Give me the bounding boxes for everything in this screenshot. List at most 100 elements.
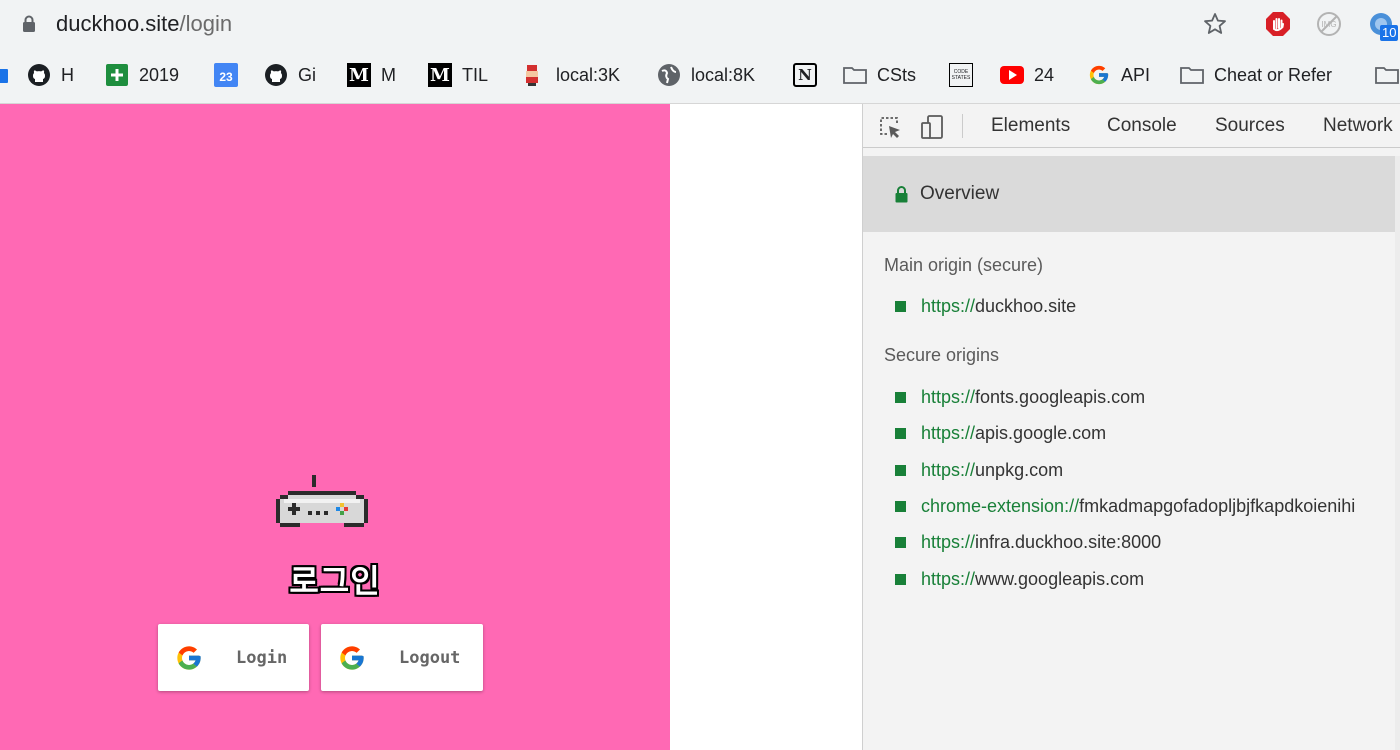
bookmark-item[interactable]: M M bbox=[347, 62, 396, 88]
medium-icon: M bbox=[347, 63, 371, 87]
bookmark-item[interactable]: H bbox=[27, 62, 74, 88]
bookmark-item[interactable]: Cheat or Refer bbox=[1180, 62, 1332, 88]
folder-icon bbox=[843, 63, 867, 87]
logout-button-label: Logout bbox=[399, 648, 461, 668]
secure-origin-row[interactable]: https://infra.duckhoo.site:8000 bbox=[895, 530, 1161, 554]
bookmark-item[interactable] bbox=[1375, 62, 1399, 88]
google-sheets-icon bbox=[105, 63, 129, 87]
toolbar-divider bbox=[962, 114, 963, 138]
secure-origin-row[interactable]: chrome-extension://fmkadmapgofadopljbjfk… bbox=[895, 494, 1355, 518]
origin-host: infra.duckhoo.site:8000 bbox=[975, 531, 1162, 552]
origin-host: www.googleapis.com bbox=[975, 568, 1145, 589]
google-calendar-icon: 23 bbox=[214, 63, 238, 87]
secure-lock-icon bbox=[895, 186, 908, 203]
folder-icon bbox=[1375, 63, 1399, 87]
origin-host: fmkadmapgofadopljbjfkapdkoienihi bbox=[1079, 495, 1356, 516]
globe-icon bbox=[657, 63, 681, 87]
bookmark-label: Gi bbox=[298, 64, 316, 85]
bookmark-label: 2019 bbox=[139, 64, 180, 85]
svg-text:IMG: IMG bbox=[1321, 20, 1336, 29]
codestates-icon: CODE STATES bbox=[949, 63, 973, 87]
tab-network[interactable]: Network bbox=[1323, 115, 1393, 137]
url-path: /login bbox=[179, 11, 233, 36]
origin-host: duckhoo.site bbox=[975, 295, 1077, 316]
github-icon bbox=[264, 63, 288, 87]
bookmark-item[interactable]: local:8K bbox=[657, 62, 755, 88]
bookmarks-bar: H 2019 23 Gi M M M TIL local:3K local:8K bbox=[0, 52, 1400, 96]
github-icon bbox=[27, 63, 51, 87]
address-bar[interactable]: duckhoo.site/login IMG 10 bbox=[0, 0, 1400, 50]
bookmark-folder-partial[interactable] bbox=[0, 62, 10, 88]
secure-origin-row[interactable]: https://www.googleapis.com bbox=[895, 567, 1144, 591]
youtube-icon bbox=[1000, 63, 1024, 87]
bookmark-label: Cheat or Refer bbox=[1214, 64, 1333, 85]
notion-icon: N bbox=[793, 63, 817, 87]
google-g-icon bbox=[340, 646, 364, 670]
folder-icon bbox=[0, 63, 10, 87]
secure-indicator bbox=[895, 536, 906, 548]
origin-host: unpkg.com bbox=[975, 459, 1064, 480]
url-host: duckhoo.site bbox=[56, 11, 180, 36]
origin-scheme: https:// bbox=[921, 568, 976, 589]
login-button[interactable]: Login bbox=[158, 624, 309, 691]
bookmark-item[interactable]: CODE STATES bbox=[949, 62, 973, 88]
main-origin-row[interactable]: https://duckhoo.site bbox=[895, 294, 1076, 318]
google-icon bbox=[1087, 63, 1111, 87]
url-text[interactable]: duckhoo.site/login bbox=[56, 11, 232, 37]
secure-indicator bbox=[895, 427, 906, 439]
secure-indicator bbox=[895, 500, 906, 512]
bookmark-star-icon[interactable] bbox=[1202, 11, 1228, 37]
inspect-element-icon[interactable] bbox=[877, 114, 903, 140]
login-page: 로그인 Login Logout bbox=[0, 104, 670, 750]
tab-elements[interactable]: Elements bbox=[991, 115, 1070, 137]
security-overview-item[interactable]: Overview bbox=[863, 156, 1395, 232]
lock-icon[interactable] bbox=[22, 15, 36, 33]
login-button-label: Login bbox=[236, 648, 288, 668]
browser-chrome: duckhoo.site/login IMG 10 H 2019 23 Gi M… bbox=[0, 0, 1400, 104]
bookmark-item[interactable]: N bbox=[793, 62, 817, 88]
secure-indicator bbox=[895, 391, 906, 403]
gamepad-icon bbox=[276, 475, 368, 527]
bookmark-item[interactable]: Gi bbox=[264, 62, 316, 88]
bookmark-item[interactable]: 23 bbox=[214, 62, 238, 88]
page-blank-area bbox=[670, 104, 862, 750]
adblock-extension-icon[interactable] bbox=[1265, 11, 1291, 37]
devtools-scrollbar[interactable] bbox=[1395, 156, 1400, 750]
bookmark-item[interactable]: 24 bbox=[1000, 62, 1054, 88]
bookmark-label: 24 bbox=[1034, 64, 1055, 85]
origin-scheme: https:// bbox=[921, 459, 976, 480]
google-g-icon bbox=[177, 646, 201, 670]
origin-scheme: https:// bbox=[921, 295, 976, 316]
tab-sources[interactable]: Sources bbox=[1215, 115, 1285, 137]
bookmark-item[interactable]: API bbox=[1087, 62, 1150, 88]
secure-indicator bbox=[895, 300, 906, 312]
image-extension-icon[interactable]: IMG bbox=[1316, 11, 1342, 37]
devtools-panel: Elements Console Sources Network Overvie… bbox=[862, 104, 1400, 750]
origin-host: apis.google.com bbox=[975, 422, 1107, 443]
bookmark-item[interactable]: local:3K bbox=[520, 62, 620, 88]
bookmark-label: M bbox=[381, 64, 396, 85]
origin-scheme: https:// bbox=[921, 386, 976, 407]
bookmark-label: local:8K bbox=[691, 64, 756, 85]
bookmark-item[interactable]: CSts bbox=[843, 62, 916, 88]
secure-indicator bbox=[895, 573, 906, 585]
extension-with-badge[interactable]: 10 bbox=[1368, 11, 1400, 41]
page-title: 로그인 bbox=[289, 562, 381, 600]
origin-scheme: https:// bbox=[921, 531, 976, 552]
logout-button[interactable]: Logout bbox=[321, 624, 483, 691]
secure-origin-row[interactable]: https://unpkg.com bbox=[895, 458, 1063, 482]
origin-scheme: https:// bbox=[921, 422, 976, 443]
tab-console[interactable]: Console bbox=[1107, 115, 1177, 137]
bookmark-item[interactable]: M TIL bbox=[428, 62, 488, 88]
bookmark-item[interactable]: 2019 bbox=[105, 62, 179, 88]
bookmark-label: API bbox=[1121, 64, 1151, 85]
secure-origin-row[interactable]: https://fonts.googleapis.com bbox=[895, 385, 1145, 409]
secure-indicator bbox=[895, 464, 906, 476]
overview-label: Overview bbox=[920, 183, 1000, 204]
bookmark-label: H bbox=[61, 64, 74, 85]
bookmark-label: local:3K bbox=[556, 64, 621, 85]
secure-origin-row[interactable]: https://apis.google.com bbox=[895, 421, 1106, 445]
bookmark-label: TIL bbox=[462, 64, 489, 85]
device-toolbar-icon[interactable] bbox=[919, 114, 945, 140]
medium-icon: M bbox=[428, 63, 452, 87]
